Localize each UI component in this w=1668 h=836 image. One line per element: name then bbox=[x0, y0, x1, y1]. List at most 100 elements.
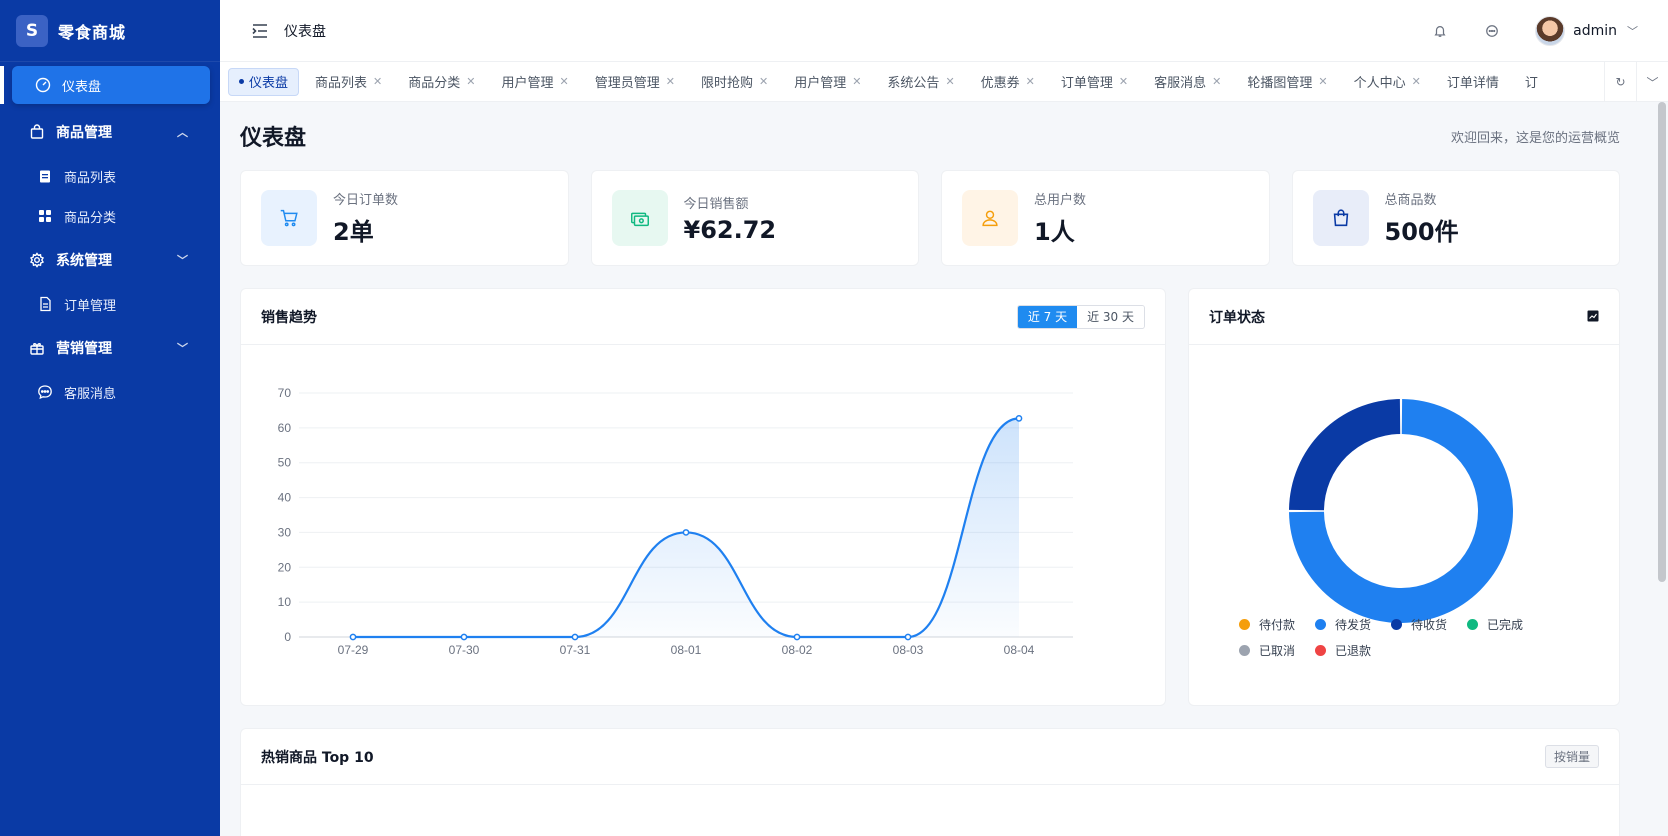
sidebar-item-product-category[interactable]: 商品分类 bbox=[0, 196, 220, 236]
stats-row: 今日订单数 2单 今日销售额 ¥62.72 总用户数 1人 总商品数 500件 bbox=[240, 170, 1620, 266]
sidebar-item-dashboard[interactable]: 仪表盘 bbox=[0, 66, 210, 104]
sidebar-group-marketing[interactable]: 营销管理 ﹀ bbox=[0, 324, 220, 372]
sort-by-sales-button[interactable]: 按销量 bbox=[1544, 745, 1599, 768]
legend-label: 待收货 bbox=[1411, 617, 1448, 632]
stat-label: 总商品数 bbox=[1384, 193, 1437, 208]
close-icon[interactable]: ✕ bbox=[759, 75, 768, 88]
close-icon[interactable]: ✕ bbox=[1026, 75, 1035, 88]
logo-badge: S bbox=[16, 14, 48, 47]
x-tick-label: 07-31 bbox=[560, 643, 591, 657]
page-scrollbar[interactable] bbox=[1658, 102, 1666, 582]
legend-item[interactable]: 待收货 bbox=[1391, 611, 1447, 637]
page-title: 仪表盘 bbox=[240, 126, 307, 151]
legend-dot-icon bbox=[1239, 618, 1250, 630]
close-icon[interactable]: ✕ bbox=[466, 75, 475, 88]
stat-card-orders: 今日订单数 2单 bbox=[240, 170, 569, 266]
page-subtitle: 欢迎回来，这是您的运营概览 bbox=[1450, 130, 1620, 146]
tab-user-management-2[interactable]: 用户管理 ✕ bbox=[784, 68, 871, 96]
stat-label: 今日销售额 bbox=[683, 196, 749, 212]
close-icon[interactable]: ✕ bbox=[1318, 75, 1327, 88]
sidebar-group-label: 营销管理 bbox=[56, 341, 112, 357]
sidebar-item-customer-service[interactable]: 客服消息 bbox=[0, 372, 220, 412]
cart-icon bbox=[261, 190, 317, 246]
close-icon[interactable]: ✕ bbox=[852, 75, 861, 88]
legend-label: 待发货 bbox=[1335, 617, 1372, 632]
tab-label: 管理员管理 bbox=[594, 76, 660, 91]
y-tick-label: 30 bbox=[278, 525, 292, 539]
tab-user-management[interactable]: 用户管理 ✕ bbox=[491, 68, 578, 96]
tab-overflow[interactable]: 订 bbox=[1515, 68, 1548, 96]
tab-label: 用户管理 bbox=[501, 76, 554, 91]
bell-icon[interactable] bbox=[1431, 22, 1449, 40]
tab-product-list[interactable]: 商品列表 ✕ bbox=[305, 68, 392, 96]
tab-label: 商品列表 bbox=[315, 76, 368, 91]
tab-dashboard[interactable]: 仪表盘 bbox=[228, 67, 300, 96]
sidebar-item-orders[interactable]: 订单管理 bbox=[0, 284, 220, 324]
legend-item[interactable]: 已完成 bbox=[1467, 611, 1523, 637]
legend-dot-icon bbox=[1315, 644, 1327, 656]
x-tick-label: 07-30 bbox=[449, 643, 480, 657]
close-icon[interactable]: ✕ bbox=[373, 75, 382, 88]
tab-label: 用户管理 bbox=[794, 76, 847, 91]
range-30-days-button[interactable]: 近 30 天 bbox=[1077, 305, 1144, 328]
sidebar-item-label: 商品分类 bbox=[64, 210, 117, 226]
menu-toggle-icon[interactable] bbox=[250, 21, 270, 41]
shopping-bag-icon bbox=[1312, 190, 1369, 246]
tab-profile[interactable]: 个人中心 ✕ bbox=[1344, 68, 1431, 96]
legend-item[interactable]: 待付款 bbox=[1239, 611, 1295, 637]
tab-order-detail[interactable]: 订单详情 bbox=[1437, 68, 1509, 96]
legend-item[interactable]: 待发货 bbox=[1315, 611, 1371, 637]
tab-label: 订单管理 bbox=[1060, 76, 1113, 91]
chevron-down-icon[interactable]: ﹀ bbox=[1636, 62, 1668, 101]
legend-item[interactable]: 已取消 bbox=[1239, 637, 1295, 663]
chevron-down-icon[interactable]: ﹀ bbox=[1627, 23, 1638, 39]
chat-icon bbox=[36, 383, 54, 401]
close-icon[interactable]: ✕ bbox=[1119, 75, 1128, 88]
top-header: 仪表盘 admin ﹀ bbox=[220, 0, 1668, 62]
tab-label: 客服消息 bbox=[1154, 76, 1207, 91]
legend-item[interactable]: 已退款 bbox=[1315, 637, 1371, 663]
avatar[interactable] bbox=[1535, 16, 1566, 46]
sidebar-item-label: 仪表盘 bbox=[62, 79, 102, 95]
header-title: 仪表盘 bbox=[284, 23, 326, 40]
close-icon[interactable]: ✕ bbox=[666, 75, 675, 88]
refresh-icon[interactable]: ↻ bbox=[1604, 62, 1636, 101]
close-icon[interactable]: ✕ bbox=[1212, 75, 1221, 88]
stat-value: 1人 bbox=[1034, 218, 1075, 246]
tab-orders[interactable]: 订单管理 ✕ bbox=[1051, 68, 1138, 96]
data-point bbox=[793, 633, 801, 641]
logo[interactable]: S 零食商城 bbox=[0, 0, 220, 62]
active-dot-icon bbox=[239, 79, 244, 84]
tab-carousel[interactable]: 轮播图管理 ✕ bbox=[1237, 68, 1337, 96]
tab-product-category[interactable]: 商品分类 ✕ bbox=[398, 68, 485, 96]
tab-label: 系统公告 bbox=[887, 76, 940, 91]
user-icon bbox=[962, 190, 1018, 246]
tab-customer-messages[interactable]: 客服消息 ✕ bbox=[1144, 68, 1231, 96]
close-icon[interactable]: ✕ bbox=[1412, 75, 1421, 88]
tab-flash-sale[interactable]: 限时抢购 ✕ bbox=[691, 68, 778, 96]
data-point bbox=[349, 633, 357, 641]
stat-value: 2单 bbox=[333, 218, 374, 246]
tab-announcements[interactable]: 系统公告 ✕ bbox=[877, 68, 964, 96]
legend-dot-icon bbox=[1467, 618, 1479, 630]
stat-value: 500件 bbox=[1384, 218, 1459, 246]
stat-card-sales: 今日销售额 ¥62.72 bbox=[590, 170, 919, 266]
tab-coupons[interactable]: 优惠券 ✕ bbox=[971, 68, 1045, 96]
legend-label: 待付款 bbox=[1259, 617, 1296, 632]
close-icon[interactable]: ✕ bbox=[560, 75, 569, 88]
sidebar-item-product-list[interactable]: 商品列表 bbox=[0, 156, 220, 196]
sidebar-group-products[interactable]: 商品管理 ︿ bbox=[0, 108, 220, 156]
sidebar-group-system[interactable]: 系统管理 ﹀ bbox=[0, 236, 220, 284]
card-title: 销售趋势 bbox=[261, 309, 317, 326]
tab-label: 限时抢购 bbox=[700, 76, 753, 91]
message-icon[interactable] bbox=[1483, 22, 1501, 40]
range-7-days-button[interactable]: 近 7 天 bbox=[1017, 305, 1078, 328]
chart-type-icon[interactable] bbox=[1587, 307, 1599, 326]
user-name[interactable]: admin bbox=[1573, 23, 1617, 39]
tab-admin-management[interactable]: 管理员管理 ✕ bbox=[585, 68, 685, 96]
order-status-donut bbox=[1289, 399, 1513, 623]
chevron-down-icon: ﹀ bbox=[177, 342, 188, 355]
document-icon bbox=[36, 295, 54, 313]
gear-icon bbox=[28, 251, 46, 269]
close-icon[interactable]: ✕ bbox=[945, 75, 954, 88]
